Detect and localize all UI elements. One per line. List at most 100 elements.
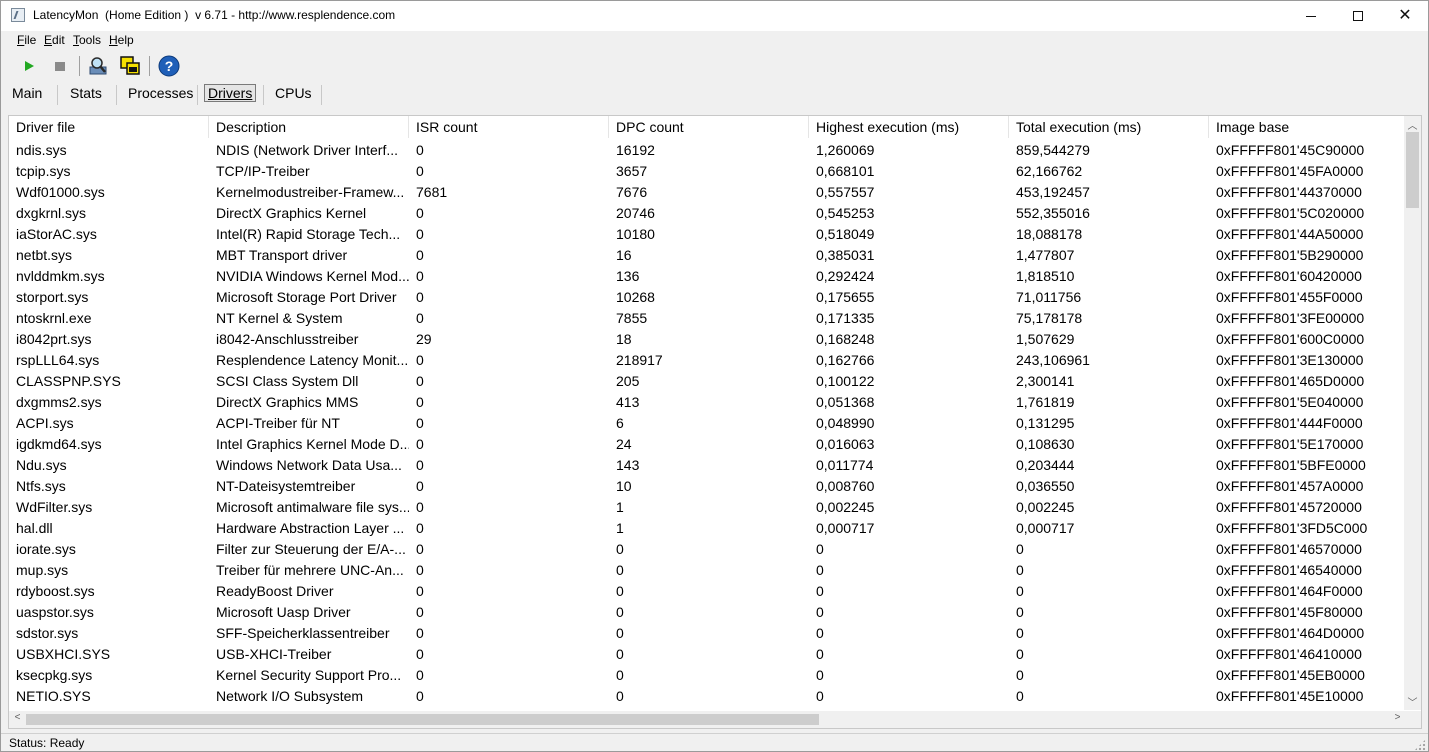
column-header-total-execution[interactable]: Total execution (ms) (1009, 116, 1209, 138)
table-row[interactable]: ACPI.sys ACPI-Treiber für NT 0 6 0,048990 0,1… (9, 413, 1406, 434)
scroll-left-icon[interactable]: < (9, 712, 26, 723)
total-execution-cell: 0 (1016, 688, 1024, 704)
menu-file[interactable]: File (17, 33, 36, 47)
stop-button[interactable] (49, 55, 71, 77)
description-cell: NDIS (Network Driver Interf... (216, 142, 399, 158)
table-row[interactable]: Ndu.sys Windows Network Data Usa... 0 143 0,… (9, 455, 1406, 476)
minimize-button[interactable] (1288, 1, 1334, 31)
table-row[interactable]: ksecpkg.sys Kernel Security Support Pro..… (9, 665, 1406, 686)
help-button[interactable]: ? (158, 55, 180, 77)
image-base-cell: 0xFFFFF801'5B290000 (1216, 247, 1364, 263)
driver-file-cell: ndis.sys (16, 142, 67, 158)
vertical-scroll-thumb[interactable] (1406, 132, 1419, 208)
title-bar[interactable]: LatencyMon (Home Edition ) v 6.71 - http… (1, 1, 1428, 31)
table-row[interactable]: WdFilter.sys Microsoft antimalware file s… (9, 497, 1406, 518)
column-header-dpc-count[interactable]: DPC count (609, 116, 809, 138)
table-row[interactable]: USBXHCI.SYS USB-XHCI-Treiber 0 0 0 0 0xFFFFF80… (9, 644, 1406, 665)
drivers-search-button[interactable] (87, 55, 109, 77)
isr-count-cell: 0 (416, 541, 424, 557)
table-row[interactable]: rspLLL64.sys Resplendence Latency Monit..… (9, 350, 1406, 371)
driver-file-cell: uaspstor.sys (16, 604, 94, 620)
isr-count-cell: 0 (416, 688, 424, 704)
description-cell: Network I/O Subsystem (216, 688, 364, 704)
image-base-cell: 0xFFFFF801'45E10000 (1216, 688, 1364, 704)
table-row[interactable]: mup.sys Treiber für mehrere UNC-An... 0 0 0 0… (9, 560, 1406, 581)
table-row[interactable]: iaStorAC.sys Intel(R) Rapid Storage Tech.… (9, 224, 1406, 245)
isr-count-cell: 0 (416, 163, 424, 179)
image-base-cell: 0xFFFFF801'3FD5C000 (1216, 520, 1368, 536)
image-base-cell: 0xFFFFF801'60420000 (1216, 268, 1362, 284)
table-row[interactable]: netbt.sys MBT Transport driver 0 16 0,385031… (9, 245, 1406, 266)
table-row[interactable]: rdyboost.sys ReadyBoost Driver 0 0 0 0 0xFFFFF… (9, 581, 1406, 602)
windows-button[interactable] (119, 55, 141, 77)
description-cell: DirectX Graphics MMS (216, 394, 359, 410)
highest-execution-cell: 0,100122 (816, 373, 875, 389)
image-base-cell: 0xFFFFF801'600C0000 (1216, 331, 1365, 347)
driver-file-cell: Ntfs.sys (16, 478, 66, 494)
dpc-count-cell: 0 (616, 562, 624, 578)
dpc-count-cell: 7855 (616, 310, 648, 326)
menu-edit[interactable]: Edit (44, 33, 65, 47)
description-cell: Kernelmodustreiber-Framew... (216, 184, 405, 200)
toolbar: ? (1, 51, 1428, 81)
tab-processes[interactable]: Processes (128, 85, 193, 101)
close-button[interactable]: ✕ (1382, 1, 1428, 31)
vertical-scrollbar[interactable]: ︿ ﹀ (1404, 116, 1421, 710)
image-base-cell: 0xFFFFF801'5E170000 (1216, 436, 1364, 452)
resize-grip-icon[interactable] (1414, 739, 1426, 751)
isr-count-cell: 0 (416, 394, 424, 410)
table-row[interactable]: nvlddmkm.sys NVIDIA Windows Kernel Mod...… (9, 266, 1406, 287)
table-row[interactable]: ntoskrnl.exe NT Kernel & System 0 7855 0,171… (9, 308, 1406, 329)
scroll-up-icon[interactable]: ︿ (1404, 117, 1421, 132)
menu-help[interactable]: Help (109, 33, 134, 47)
image-base-cell: 0xFFFFF801'5C020000 (1216, 205, 1365, 221)
isr-count-cell: 7681 (416, 184, 448, 200)
total-execution-cell: 0,002245 (1016, 499, 1075, 515)
dpc-count-cell: 0 (616, 583, 624, 599)
table-row[interactable]: storport.sys Microsoft Storage Port Drive… (9, 287, 1406, 308)
isr-count-cell: 0 (416, 667, 424, 683)
table-row[interactable]: sdstor.sys SFF-Speicherklassentreiber 0 0 0 0… (9, 623, 1406, 644)
column-header-description[interactable]: Description (209, 116, 409, 138)
table-row[interactable]: dxgmms2.sys DirectX Graphics MMS 0 413 0,051… (9, 392, 1406, 413)
scroll-down-icon[interactable]: ﹀ (1404, 694, 1421, 709)
start-button[interactable] (18, 55, 40, 77)
table-row[interactable]: tcpip.sys TCP/IP-Treiber 0 3657 0,668101 62,1… (9, 161, 1406, 182)
table-row[interactable]: CLASSPNP.SYS SCSI Class System Dll 0 205 0,1… (9, 371, 1406, 392)
isr-count-cell: 0 (416, 604, 424, 620)
tab-drivers[interactable]: Drivers (204, 84, 257, 102)
horizontal-scrollbar[interactable]: < > (9, 711, 1406, 728)
drivers-table[interactable]: Driver file Description ISR count DPC co… (8, 115, 1422, 729)
menu-tools[interactable]: Tools (73, 33, 101, 47)
driver-file-cell: Ndu.sys (16, 457, 67, 473)
tab-main[interactable]: Main (12, 85, 42, 101)
tab-stats[interactable]: Stats (70, 85, 102, 101)
dpc-count-cell: 136 (616, 268, 640, 284)
isr-count-cell: 0 (416, 352, 424, 368)
table-row[interactable]: ndis.sys NDIS (Network Driver Interf... 0 1… (9, 140, 1406, 161)
tab-drivers-label: Drivers (204, 84, 257, 102)
table-row[interactable]: dxgkrnl.sys DirectX Graphics Kernel 0 20746… (9, 203, 1406, 224)
column-header-driver-file[interactable]: Driver file (9, 116, 209, 138)
table-row[interactable]: uaspstor.sys Microsoft Uasp Driver 0 0 0 0 0xF… (9, 602, 1406, 623)
table-row[interactable]: i8042prt.sys i8042-Anschlusstreiber 29 18 0,… (9, 329, 1406, 350)
description-cell: Windows Network Data Usa... (216, 457, 402, 473)
isr-count-cell: 0 (416, 289, 424, 305)
tab-cpus[interactable]: CPUs (275, 85, 312, 101)
stop-icon (55, 62, 65, 71)
column-header-isr-count[interactable]: ISR count (409, 116, 609, 138)
horizontal-scroll-thumb[interactable] (26, 714, 819, 725)
description-cell: ACPI-Treiber für NT (216, 415, 340, 431)
maximize-button[interactable] (1335, 1, 1381, 31)
table-row[interactable]: Wdf01000.sys Kernelmodustreiber-Framew...… (9, 182, 1406, 203)
column-header-highest-execution[interactable]: Highest execution (ms) (809, 116, 1009, 138)
column-header-image-base[interactable]: Image base (1209, 116, 1406, 138)
table-row[interactable]: igdkmd64.sys Intel Graphics Kernel Mode D… (9, 434, 1406, 455)
table-row[interactable]: hal.dll Hardware Abstraction Layer ... 0 1 0… (9, 518, 1406, 539)
highest-execution-cell: 0,668101 (816, 163, 875, 179)
table-row[interactable]: NETIO.SYS Network I/O Subsystem 0 0 0 0 0xFFFF… (9, 686, 1406, 707)
dpc-count-cell: 143 (616, 457, 640, 473)
table-row[interactable]: iorate.sys Filter zur Steuerung der E/A-.… (9, 539, 1406, 560)
table-row[interactable]: Ntfs.sys NT-Dateisystemtreiber 0 10 0,008760… (9, 476, 1406, 497)
dpc-count-cell: 1 (616, 499, 624, 515)
